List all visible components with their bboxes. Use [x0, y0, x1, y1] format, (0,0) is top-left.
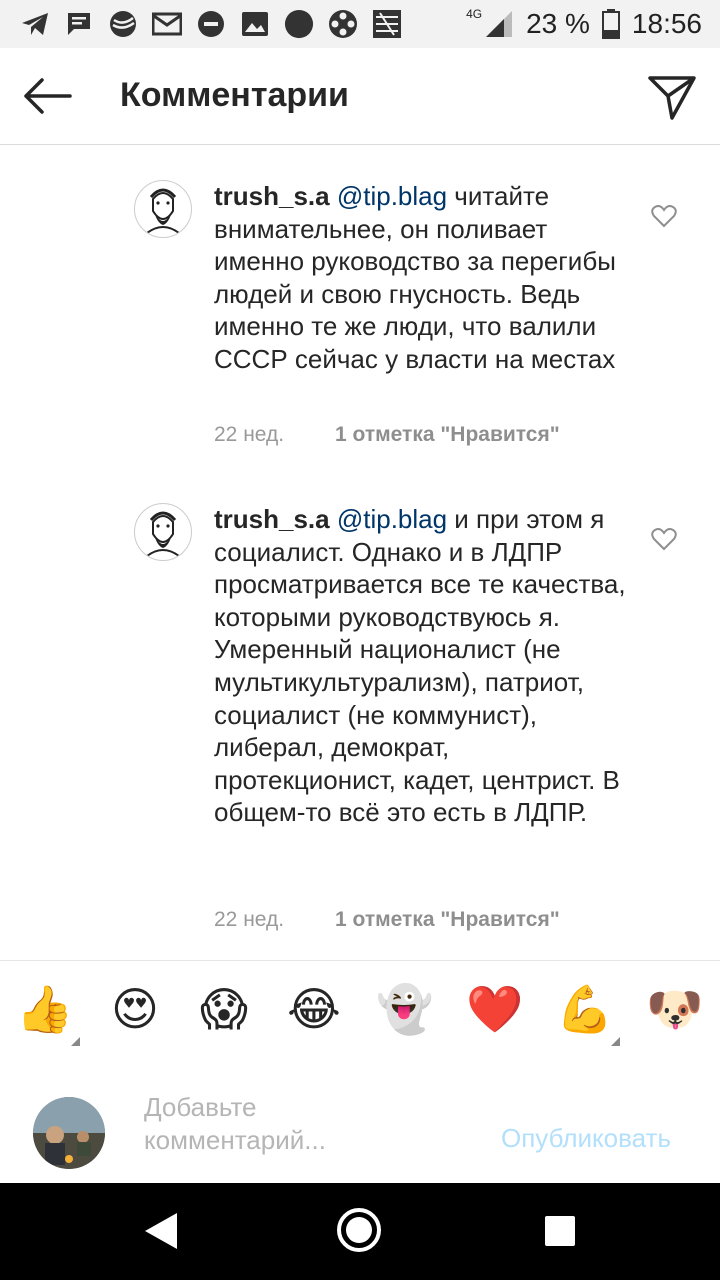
emoji-ghost[interactable]: 👻 — [376, 981, 433, 1037]
heart-outline-icon — [651, 205, 677, 228]
comment-meta: 22 нед. 1 отметка "Нравится" — [214, 423, 634, 453]
status-right: 4G 23 % 18:56 — [466, 6, 702, 42]
circle-icon — [284, 9, 314, 39]
notification-icons — [20, 6, 402, 42]
emoji-joy[interactable]: 😂 — [286, 981, 342, 1037]
bearded-man-avatar-icon — [146, 511, 180, 557]
comment-composer: Добавьте комментарий... Опубликовать — [0, 1057, 720, 1183]
status-bar: 4G 23 % 18:56 — [0, 0, 720, 48]
bearded-man-avatar-icon — [146, 188, 180, 234]
sberbank-icon — [108, 9, 138, 39]
emoji-dog-face[interactable]: 🐶 — [646, 981, 703, 1037]
nav-home-icon[interactable] — [337, 1208, 381, 1252]
comment-likes[interactable]: 1 отметка "Нравится" — [335, 423, 560, 447]
page-title: Комментарии — [120, 76, 349, 114]
emoji-variant-indicator — [611, 1037, 620, 1046]
paper-plane-icon — [648, 76, 696, 120]
comment-text: trush_s.a @tip.blag и при этом я социали… — [214, 503, 634, 829]
campfire-photo-avatar-icon — [33, 1097, 105, 1169]
battery-percent: 23 % — [526, 8, 590, 39]
emoji-red-heart[interactable]: ❤️ — [466, 981, 523, 1037]
mail-icon — [152, 9, 182, 39]
emoji-thumbs-up[interactable]: 👍 — [16, 981, 73, 1037]
emoji-flexed-biceps[interactable]: 💪 — [556, 981, 613, 1037]
comment-mention[interactable]: @tip.blag — [337, 504, 447, 534]
comment-likes[interactable]: 1 отметка "Нравится" — [335, 908, 560, 932]
telegram-icon — [20, 9, 50, 39]
network-type: 4G — [466, 7, 483, 21]
emoji-variant-indicator — [71, 1037, 80, 1046]
gallery-icon — [240, 9, 270, 39]
comment-input[interactable]: Добавьте комментарий... — [144, 1091, 444, 1156]
system-nav-bar — [0, 1183, 720, 1280]
app-icon — [372, 9, 402, 39]
comment-username[interactable]: trush_s.a — [214, 504, 330, 534]
direct-send-button[interactable] — [646, 70, 698, 122]
heart-outline-icon — [651, 528, 677, 551]
emoji-scream[interactable]: 😱 — [196, 981, 252, 1037]
nav-recent-apps-icon[interactable] — [545, 1216, 575, 1246]
film-icon — [328, 9, 358, 39]
comment-body: и при этом я социалист. Однако и в ЛДПР … — [214, 504, 626, 828]
dnd-icon — [196, 9, 226, 39]
like-button[interactable] — [651, 527, 677, 551]
like-button[interactable] — [651, 204, 677, 228]
comment-age: 22 нед. — [214, 423, 285, 446]
current-user-avatar — [33, 1097, 105, 1169]
commenter-avatar[interactable] — [134, 503, 192, 561]
commenter-avatar[interactable] — [134, 180, 192, 238]
comment-mention[interactable]: @tip.blag — [337, 181, 447, 211]
clock: 18:56 — [631, 8, 702, 39]
comment-meta: 22 нед. 1 отметка "Нравится" — [214, 908, 634, 938]
comment-age: 22 нед. — [214, 908, 285, 931]
emoji-heart-eyes[interactable]: 😍 — [107, 981, 163, 1037]
comment-username[interactable]: trush_s.a — [214, 181, 330, 211]
comment-text: trush_s.a @tip.blag читайте внимательнее… — [214, 180, 634, 376]
message-icon — [64, 9, 94, 39]
arrow-left-icon — [24, 78, 72, 114]
nav-back-icon[interactable] — [141, 1211, 179, 1251]
battery-icon — [601, 9, 620, 39]
app-header: Комментарии — [0, 48, 720, 145]
publish-button[interactable]: Опубликовать — [501, 1123, 671, 1154]
signal-icon — [486, 11, 513, 37]
back-button[interactable] — [20, 72, 76, 120]
emoji-quick-bar: 👍 😍 😱 😂 👻 ❤️ 💪 🐶 — [0, 960, 720, 1058]
